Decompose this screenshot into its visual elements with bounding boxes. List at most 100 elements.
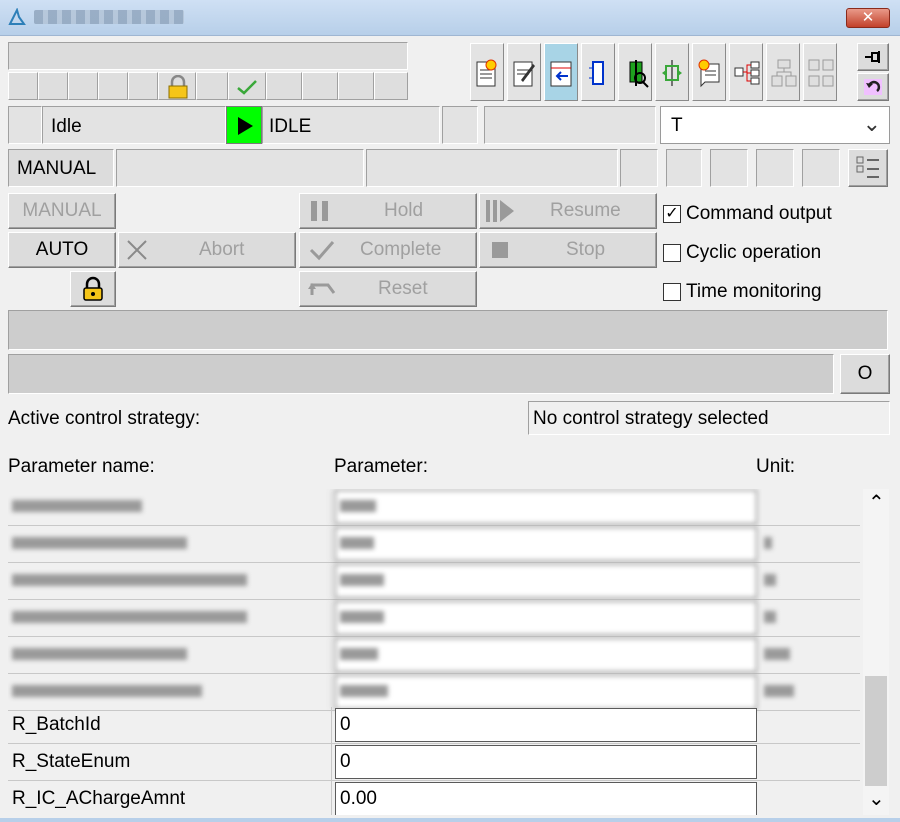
state-cell (442, 106, 478, 144)
message-bar (8, 310, 888, 350)
status-cell (374, 72, 408, 100)
o-button[interactable]: O (840, 354, 890, 394)
info-cell (710, 149, 748, 187)
time-monitoring-option[interactable]: Time monitoring (662, 279, 890, 305)
status-cell (302, 72, 338, 100)
complete-button[interactable]: Complete (299, 232, 477, 268)
table-row[interactable] (8, 600, 860, 637)
cyclic-operation-option[interactable]: Cyclic operation (662, 240, 890, 266)
param-unit-cell (760, 637, 860, 673)
abort-button[interactable]: Abort (118, 232, 296, 268)
resume-icon (486, 200, 514, 222)
details-list-icon (856, 156, 879, 178)
resume-button[interactable]: Resume (479, 193, 657, 229)
status-cell (68, 72, 98, 100)
command-output-option[interactable]: ✓ Command output (662, 201, 890, 227)
stop-button[interactable]: Stop (479, 232, 657, 268)
status-cell (8, 72, 38, 100)
param-name-cell: R_BatchId (10, 707, 332, 743)
new-list-icon[interactable] (692, 43, 726, 101)
bracket-step-icon[interactable] (581, 43, 615, 101)
mode-indicator-text: MANUAL (17, 158, 97, 179)
info-field (366, 149, 618, 187)
cyclic-operation-checkbox[interactable] (663, 244, 681, 262)
table-row[interactable]: R_StateEnum 0 (8, 744, 860, 781)
reset-label: Reset (378, 278, 428, 299)
edit-document-icon[interactable] (507, 43, 541, 101)
status-cell (266, 72, 302, 100)
structure-tree-icon[interactable] (729, 43, 763, 101)
hold-button[interactable]: Hold (299, 193, 477, 229)
lock-status-cell (158, 72, 196, 100)
mode-text: Idle (51, 116, 82, 137)
command-output-checkbox[interactable]: ✓ (663, 205, 681, 223)
lock-button[interactable] (70, 271, 116, 307)
param-value-cell[interactable]: 0 (335, 708, 757, 742)
status-cell (196, 72, 228, 100)
dropdown-value: T (671, 115, 683, 136)
window-border (0, 818, 900, 822)
scrollbar-thumb[interactable] (865, 676, 887, 786)
scroll-down-icon[interactable]: ⌄ (868, 786, 885, 811)
reset-button[interactable]: Reset (299, 271, 477, 307)
param-value-cell[interactable] (335, 527, 757, 561)
padlock-icon (83, 276, 103, 301)
param-name-cell: R_IC_AChargeAmnt (10, 781, 332, 815)
table-row[interactable] (8, 637, 860, 674)
mode-field: Idle (42, 106, 226, 144)
chevron-down-icon: ⌄ (862, 111, 881, 136)
param-value-cell[interactable]: 0 (335, 745, 757, 779)
param-value-cell[interactable] (335, 490, 757, 524)
pause-icon (311, 201, 328, 221)
param-value-cell[interactable]: 0.00 (335, 782, 757, 815)
table-row[interactable]: R_BatchId 0 (8, 707, 860, 744)
expand-step-icon[interactable] (655, 43, 689, 101)
parameter-table: R_BatchId 0 R_StateEnum 0 R_IC_AChargeAm… (8, 489, 860, 815)
param-unit-cell (760, 707, 860, 743)
close-button[interactable]: ✕ (846, 8, 890, 28)
state-dropdown[interactable]: T ⌄ (660, 106, 890, 144)
state-cell (8, 106, 42, 144)
mode-indicator: MANUAL (8, 149, 114, 187)
param-unit-cell (760, 526, 860, 562)
scroll-up-icon[interactable]: ⌃ (868, 490, 885, 515)
info-cell (666, 149, 702, 187)
window-title-blurred (34, 10, 184, 24)
import-step-icon[interactable] (544, 43, 578, 101)
table-row[interactable] (8, 526, 860, 563)
undo-button[interactable] (857, 73, 889, 101)
param-value-cell[interactable] (335, 601, 757, 635)
state-cell (484, 106, 656, 144)
param-name-cell (10, 637, 332, 673)
play-icon (238, 117, 253, 135)
triangle-logo-icon (8, 7, 26, 26)
abort-x-icon (127, 240, 147, 260)
strategy-value: No control strategy selected (533, 408, 769, 429)
new-recipe-icon[interactable] (470, 43, 504, 101)
complete-label: Complete (360, 239, 442, 260)
time-monitoring-checkbox[interactable] (663, 283, 681, 301)
pin-button[interactable] (857, 43, 889, 71)
search-unit-icon[interactable] (618, 43, 652, 101)
stop-square-icon (492, 242, 508, 258)
details-button[interactable] (848, 149, 888, 187)
manual-button[interactable]: MANUAL (8, 193, 116, 229)
header-unit: Unit: (756, 456, 796, 477)
hold-label: Hold (384, 200, 424, 221)
param-name-cell (10, 674, 332, 710)
param-value-cell[interactable] (335, 564, 757, 598)
table-row[interactable] (8, 489, 860, 526)
info-cell (802, 149, 840, 187)
param-value-cell[interactable] (335, 638, 757, 672)
table-row[interactable]: R_IC_AChargeAmnt 0.00 (8, 781, 860, 815)
running-indicator (226, 106, 262, 144)
auto-button[interactable]: AUTO (8, 232, 116, 268)
time-monitoring-label: Time monitoring (686, 281, 822, 302)
status-cell (338, 72, 374, 100)
batch-control-window: ✕ Idle IDLE T ⌄ MANUAL MANUAL AUTO Abort… (0, 0, 900, 822)
checkmark-icon (237, 80, 257, 95)
param-value-cell[interactable] (335, 675, 757, 709)
param-name-cell (10, 489, 332, 525)
table-row[interactable] (8, 674, 860, 711)
table-row[interactable] (8, 563, 860, 600)
